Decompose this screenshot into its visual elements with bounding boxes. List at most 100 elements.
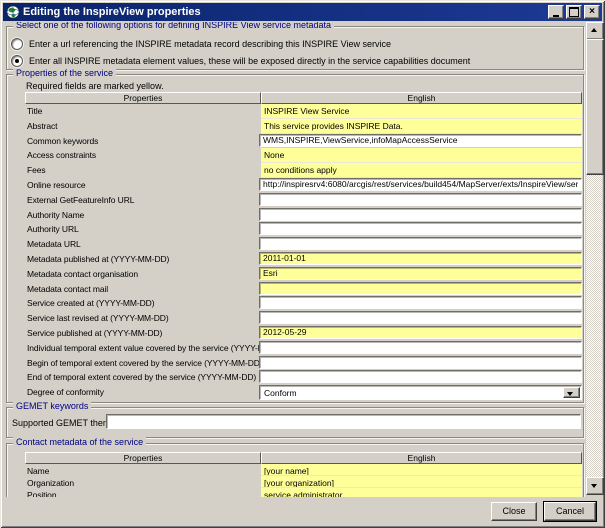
radio-option-2-label[interactable]: Enter all INSPIRE metadata element value… bbox=[29, 56, 470, 66]
metadata-contact-mail-value bbox=[261, 282, 582, 297]
individual-temporal-extent-value-covered-by-the-service-yyyy-mm-dd-label: Individual temporal extent value covered… bbox=[25, 341, 261, 356]
service-created-at-yyyy-mm-dd-input[interactable] bbox=[259, 296, 582, 309]
degree-of-conformity-value: Conform bbox=[261, 385, 582, 400]
common-keywords-label: Common keywords bbox=[25, 134, 261, 149]
service-last-revised-at-yyyy-mm-dd-input[interactable] bbox=[259, 311, 582, 324]
position-value-cell[interactable]: service administrator bbox=[261, 488, 582, 497]
metadata-contact-organisation-value bbox=[261, 267, 582, 282]
position-value: service administrator bbox=[261, 488, 582, 497]
scrollbar[interactable] bbox=[586, 22, 602, 495]
online-resource-label: Online resource bbox=[25, 178, 261, 193]
metadata-published-at-yyyy-mm-dd-input[interactable] bbox=[259, 252, 582, 265]
table-row: Name[your name] bbox=[25, 464, 582, 476]
online-resource-input[interactable] bbox=[259, 178, 582, 191]
globe-icon bbox=[6, 5, 20, 19]
radio-option-2[interactable] bbox=[11, 55, 23, 67]
external-getfeatureinfo-url-label: External GetFeatureInfo URL bbox=[25, 193, 261, 208]
close-button[interactable]: × bbox=[584, 5, 600, 19]
table-row: Service published at (YYYY-MM-DD) bbox=[25, 326, 582, 341]
chevron-down-icon bbox=[567, 392, 573, 396]
metadata-published-at-yyyy-mm-dd-label: Metadata published at (YYYY-MM-DD) bbox=[25, 252, 261, 267]
maximize-button[interactable] bbox=[566, 5, 582, 19]
fees-value: no conditions apply bbox=[261, 163, 582, 178]
degree-of-conformity-select[interactable]: Conform bbox=[259, 385, 582, 400]
table-row: Authority URL bbox=[25, 222, 582, 237]
gemet-row: Supported GEMET themes bbox=[7, 408, 583, 437]
titlebar: Editing the InspireView properties × bbox=[3, 3, 602, 21]
service-published-at-yyyy-mm-dd-label: Service published at (YYYY-MM-DD) bbox=[25, 326, 261, 341]
supported-gemet-themes-input[interactable] bbox=[106, 414, 581, 429]
table-row: TitleINSPIRE View Service bbox=[25, 104, 582, 119]
online-resource-value bbox=[261, 178, 582, 193]
individual-temporal-extent-value-covered-by-the-service-yyyy-mm-dd-input[interactable] bbox=[259, 341, 582, 354]
end-of-temporal-extent-covered-by-the-service-yyyy-mm-dd-input[interactable] bbox=[259, 370, 582, 383]
combo-dropdown-button[interactable] bbox=[563, 387, 580, 398]
metadata-url-input[interactable] bbox=[259, 237, 582, 250]
abstract-value-cell[interactable]: This service provides INSPIRE Data. bbox=[261, 119, 582, 133]
scroll-down-button[interactable] bbox=[586, 477, 604, 495]
button-bar: Close Cancel bbox=[3, 497, 602, 525]
access-constraints-value: None bbox=[261, 148, 582, 163]
scroll-thumb[interactable] bbox=[586, 39, 604, 175]
properties-group: Properties of the service Required field… bbox=[6, 74, 584, 403]
metadata-contact-mail-input[interactable] bbox=[259, 282, 582, 295]
fees-label: Fees bbox=[25, 163, 261, 178]
external-getfeatureinfo-url-value bbox=[261, 193, 582, 208]
options-group: Select one of the following options for … bbox=[6, 26, 584, 70]
position-label: Position bbox=[25, 488, 261, 497]
authority-url-value bbox=[261, 222, 582, 237]
table-header: Properties English bbox=[25, 452, 582, 464]
authority-name-input[interactable] bbox=[259, 208, 582, 221]
common-keywords-input[interactable] bbox=[259, 134, 582, 147]
common-keywords-value bbox=[261, 134, 582, 149]
begin-of-temporal-extent-covered-by-the-service-yyyy-mm-dd-label: Begin of temporal extent covered by the … bbox=[25, 356, 261, 371]
options-group-label: Select one of the following options for … bbox=[13, 22, 334, 30]
properties-table-body: TitleINSPIRE View ServiceAbstractThis se… bbox=[25, 104, 582, 400]
service-published-at-yyyy-mm-dd-input[interactable] bbox=[259, 326, 582, 339]
title-value-cell[interactable]: INSPIRE View Service bbox=[261, 104, 582, 118]
contact-table: Properties English Name[your name]Organi… bbox=[25, 452, 582, 497]
title-value: INSPIRE View Service bbox=[261, 104, 582, 119]
abstract-value: This service provides INSPIRE Data. bbox=[261, 119, 582, 134]
minimize-button[interactable] bbox=[548, 5, 564, 19]
column-header-properties: Properties bbox=[25, 452, 261, 464]
cancel-button[interactable]: Cancel bbox=[544, 502, 596, 521]
end-of-temporal-extent-covered-by-the-service-yyyy-mm-dd-value bbox=[261, 370, 582, 385]
radio-option-1[interactable] bbox=[11, 38, 23, 50]
table-row: Begin of temporal extent covered by the … bbox=[25, 356, 582, 371]
metadata-url-value bbox=[261, 237, 582, 252]
column-header-english: English bbox=[261, 92, 582, 104]
access-constraints-value-cell[interactable]: None bbox=[261, 148, 582, 162]
table-row: Common keywords bbox=[25, 134, 582, 149]
radio-option-1-label[interactable]: Enter a url referencing the INSPIRE meta… bbox=[29, 39, 391, 49]
authority-url-input[interactable] bbox=[259, 222, 582, 235]
service-created-at-yyyy-mm-dd-value bbox=[261, 296, 582, 311]
metadata-contact-organisation-input[interactable] bbox=[259, 267, 582, 280]
metadata-url-label: Metadata URL bbox=[25, 237, 261, 252]
service-created-at-yyyy-mm-dd-label: Service created at (YYYY-MM-DD) bbox=[25, 296, 261, 311]
service-published-at-yyyy-mm-dd-value bbox=[261, 326, 582, 341]
table-row: Metadata published at (YYYY-MM-DD) bbox=[25, 252, 582, 267]
external-getfeatureinfo-url-input[interactable] bbox=[259, 193, 582, 206]
contact-group: Contact metadata of the service Properti… bbox=[6, 443, 584, 497]
end-of-temporal-extent-covered-by-the-service-yyyy-mm-dd-label: End of temporal extent covered by the se… bbox=[25, 370, 261, 385]
organization-value-cell[interactable]: [your organization] bbox=[261, 476, 582, 487]
begin-of-temporal-extent-covered-by-the-service-yyyy-mm-dd-input[interactable] bbox=[259, 356, 582, 369]
scroll-up-button[interactable] bbox=[586, 22, 604, 40]
properties-table: Properties English TitleINSPIRE View Ser… bbox=[25, 92, 582, 400]
table-header: Properties English bbox=[25, 92, 582, 104]
title-label: Title bbox=[25, 104, 261, 119]
properties-group-label: Properties of the service bbox=[13, 68, 116, 78]
name-value-cell[interactable]: [your name] bbox=[261, 464, 582, 475]
minimize-icon bbox=[553, 15, 559, 17]
contact-table-body: Name[your name]Organization[your organiz… bbox=[25, 464, 582, 497]
table-row: Metadata contact mail bbox=[25, 282, 582, 297]
table-row: Feesno conditions apply bbox=[25, 163, 582, 178]
degree-of-conformity-label: Degree of conformity bbox=[25, 385, 261, 400]
fees-value-cell[interactable]: no conditions apply bbox=[261, 163, 582, 177]
table-row: Organization[your organization] bbox=[25, 476, 582, 488]
close-dialog-button[interactable]: Close bbox=[491, 502, 537, 521]
option-row-2: Enter all INSPIRE metadata element value… bbox=[11, 52, 583, 69]
organization-label: Organization bbox=[25, 476, 261, 488]
table-row: Service created at (YYYY-MM-DD) bbox=[25, 296, 582, 311]
